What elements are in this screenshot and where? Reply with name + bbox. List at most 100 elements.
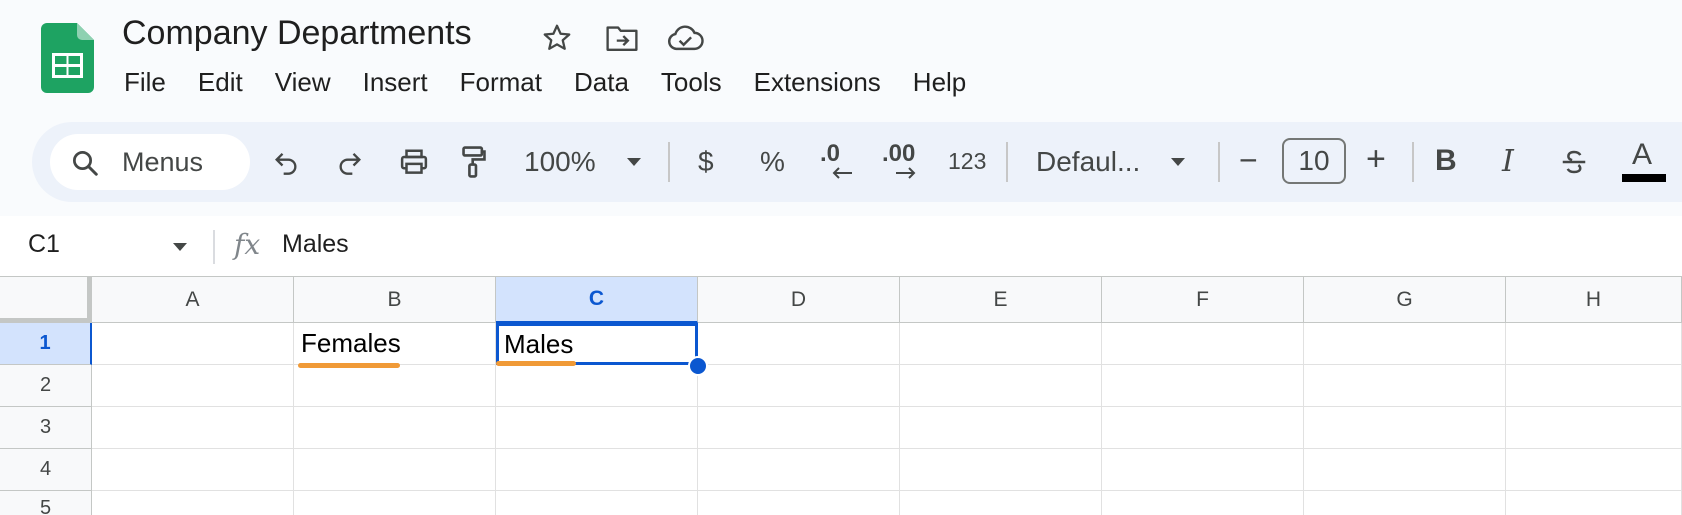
cell-a4[interactable] — [92, 449, 294, 491]
text-color-button[interactable]: A — [1622, 136, 1666, 186]
text-color-label: A — [1632, 138, 1653, 171]
row-header-5[interactable]: 5 — [0, 491, 92, 515]
cell-c2[interactable] — [496, 365, 698, 407]
menu-format[interactable]: Format — [444, 63, 558, 101]
column-header-d[interactable]: D — [698, 277, 900, 323]
cell-h4[interactable] — [1506, 449, 1682, 491]
row-header-2[interactable]: 2 — [0, 365, 92, 407]
row-header-4[interactable]: 4 — [0, 449, 92, 491]
increase-decimal-button[interactable]: .00 — [880, 136, 926, 188]
cell-h5[interactable] — [1506, 491, 1682, 515]
menu-extensions[interactable]: Extensions — [738, 63, 897, 101]
column-header-g[interactable]: G — [1304, 277, 1506, 323]
cell-f2[interactable] — [1102, 365, 1304, 407]
cell-d2[interactable] — [698, 365, 900, 407]
paint-format-icon[interactable] — [454, 140, 494, 184]
cell-g4[interactable] — [1304, 449, 1506, 491]
column-header-h[interactable]: H — [1506, 277, 1682, 323]
cell-c4[interactable] — [496, 449, 698, 491]
text-color-swatch — [1622, 174, 1666, 182]
font-size-input[interactable]: 10 — [1282, 138, 1346, 184]
zoom-select[interactable]: 100% — [524, 146, 596, 178]
toolbar-divider — [1218, 142, 1220, 182]
menu-help[interactable]: Help — [897, 63, 982, 101]
decrease-decimal-button[interactable]: .0 — [816, 136, 858, 188]
name-box[interactable]: C1 — [28, 230, 60, 259]
currency-format-button[interactable]: $ — [698, 146, 714, 178]
name-box-dropdown-icon[interactable] — [168, 238, 192, 256]
menus-search-box[interactable]: Menus — [50, 134, 250, 190]
fx-icon: fx — [234, 228, 261, 261]
column-header-b[interactable]: B — [294, 277, 496, 323]
search-icon — [68, 146, 102, 180]
cell-a3[interactable] — [92, 407, 294, 449]
cell-a5[interactable] — [92, 491, 294, 515]
cell-b2[interactable] — [294, 365, 496, 407]
menu-edit[interactable]: Edit — [182, 63, 259, 101]
font-dropdown-arrow-icon[interactable] — [1166, 150, 1190, 174]
cell-g5[interactable] — [1304, 491, 1506, 515]
cell-h2[interactable] — [1506, 365, 1682, 407]
cell-b1[interactable]: Females — [294, 323, 496, 365]
cell-a1[interactable] — [92, 323, 294, 365]
italic-button[interactable]: I — [1502, 144, 1514, 179]
row-header-1[interactable]: 1 — [0, 323, 92, 365]
move-folder-icon[interactable] — [602, 18, 642, 58]
zoom-dropdown-arrow-icon[interactable] — [622, 150, 646, 174]
toolbar: Menus 100% $ % .0 .00 123 Defaul... − 10… — [32, 122, 1682, 202]
strikethrough-icon[interactable] — [1554, 140, 1594, 184]
cloud-saved-icon[interactable] — [665, 18, 705, 58]
cell-b5[interactable] — [294, 491, 496, 515]
cell-f4[interactable] — [1102, 449, 1304, 491]
formula-input[interactable]: Males — [282, 230, 349, 259]
column-header-c[interactable]: C — [496, 277, 698, 323]
fill-handle[interactable] — [688, 356, 708, 376]
cell-f5[interactable] — [1102, 491, 1304, 515]
cell-a2[interactable] — [92, 365, 294, 407]
cell-e2[interactable] — [900, 365, 1102, 407]
cell-h1[interactable] — [1506, 323, 1682, 365]
cell-b3[interactable] — [294, 407, 496, 449]
undo-icon[interactable] — [266, 142, 306, 182]
select-all-corner[interactable] — [0, 277, 92, 323]
cell-g2[interactable] — [1304, 365, 1506, 407]
percent-format-button[interactable]: % — [760, 146, 785, 178]
cell-g1[interactable] — [1304, 323, 1506, 365]
cell-d4[interactable] — [698, 449, 900, 491]
cell-c5[interactable] — [496, 491, 698, 515]
cell-e3[interactable] — [900, 407, 1102, 449]
menu-insert[interactable]: Insert — [347, 63, 444, 101]
search-placeholder: Menus — [122, 147, 204, 177]
menu-file[interactable]: File — [108, 63, 182, 101]
more-formats-button[interactable]: 123 — [948, 148, 986, 175]
cell-e5[interactable] — [900, 491, 1102, 515]
cell-b4[interactable] — [294, 449, 496, 491]
document-title[interactable]: Company Departments — [122, 14, 472, 53]
cell-h3[interactable] — [1506, 407, 1682, 449]
sheets-logo-icon[interactable] — [41, 23, 94, 93]
row-header-3[interactable]: 3 — [0, 407, 92, 449]
column-header-a[interactable]: A — [92, 277, 294, 323]
font-family-select[interactable]: Defaul... — [1036, 146, 1140, 178]
menu-tools[interactable]: Tools — [645, 63, 738, 101]
redo-icon[interactable] — [330, 142, 370, 182]
star-icon[interactable] — [537, 18, 577, 58]
cell-e1[interactable] — [900, 323, 1102, 365]
bold-button[interactable]: B — [1435, 144, 1457, 178]
decrease-font-size-button[interactable]: − — [1239, 142, 1258, 179]
cell-d5[interactable] — [698, 491, 900, 515]
cell-d1[interactable] — [698, 323, 900, 365]
menu-data[interactable]: Data — [558, 63, 645, 101]
menu-view[interactable]: View — [259, 63, 347, 101]
cell-f3[interactable] — [1102, 407, 1304, 449]
column-header-f[interactable]: F — [1102, 277, 1304, 323]
cell-c3[interactable] — [496, 407, 698, 449]
cell-e4[interactable] — [900, 449, 1102, 491]
column-header-e[interactable]: E — [900, 277, 1102, 323]
cell-g3[interactable] — [1304, 407, 1506, 449]
print-icon[interactable] — [393, 142, 435, 182]
cell-d3[interactable] — [698, 407, 900, 449]
cell-f1[interactable] — [1102, 323, 1304, 365]
increase-font-size-button[interactable]: + — [1366, 140, 1386, 179]
cell-c1[interactable]: Males — [496, 323, 698, 365]
